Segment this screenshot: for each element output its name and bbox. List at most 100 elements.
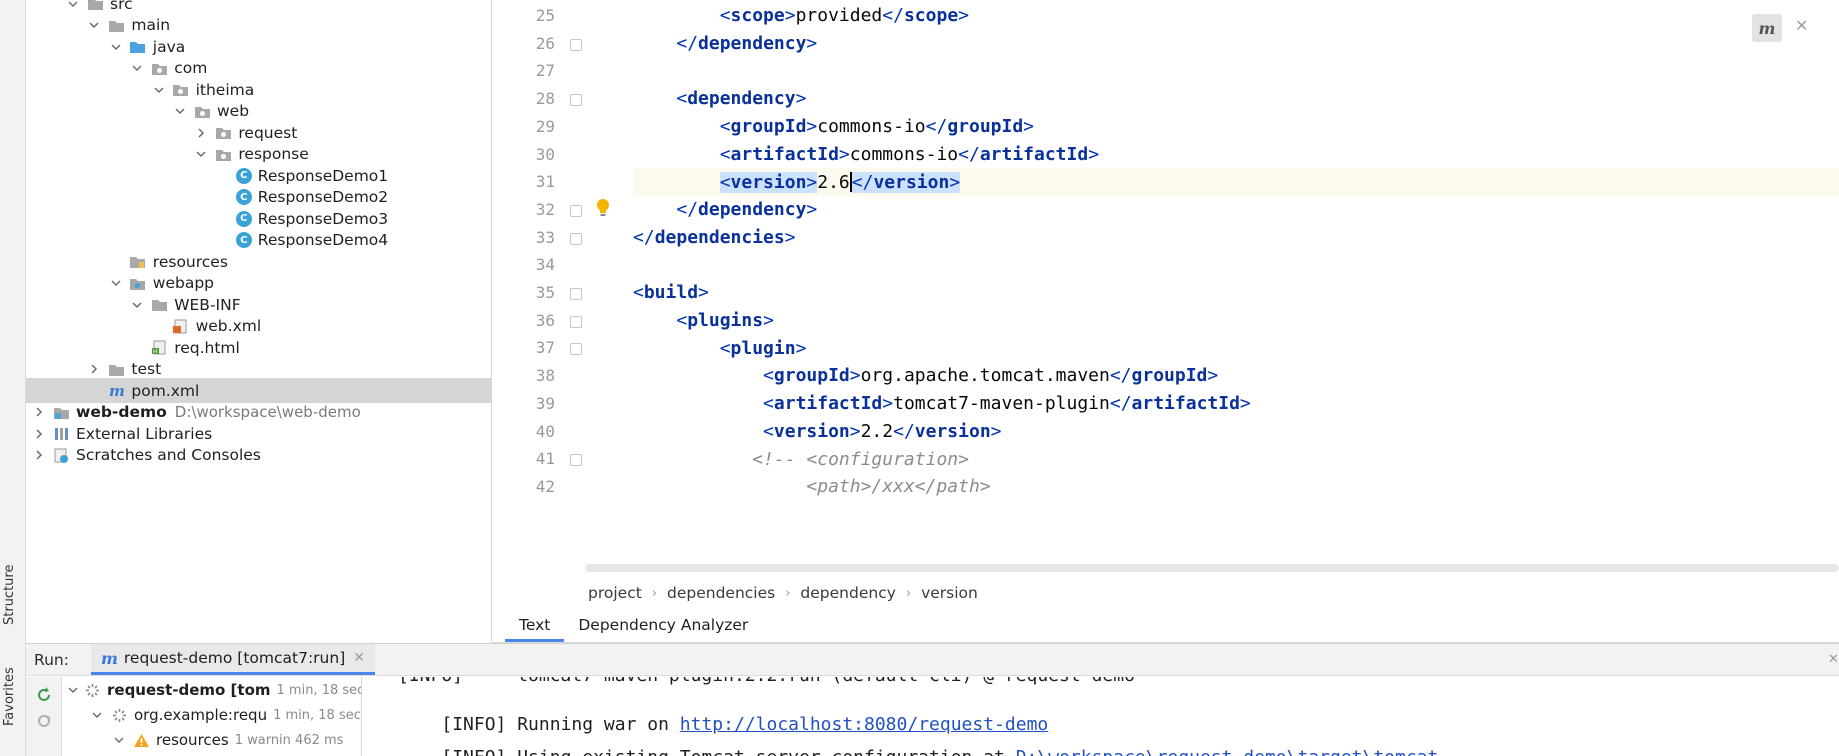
code-line[interactable]: < version >2.2 </version >: [633, 418, 1839, 446]
breadcrumb-separator-icon: ›: [905, 585, 912, 601]
structure-tool-button[interactable]: Structure: [2, 565, 17, 625]
fold-marker-icon[interactable]: [570, 288, 582, 300]
xml-bracket: >: [990, 420, 1002, 442]
run-tree-time: 1 warnin 462 ms: [234, 732, 344, 748]
tab-text[interactable]: Text: [505, 610, 565, 642]
module-icon: [52, 404, 70, 420]
chevron-down-icon[interactable]: [90, 708, 104, 722]
code-line[interactable]: </dependencies >: [633, 224, 1839, 252]
xml-tag-name: dependency: [687, 88, 796, 110]
chevron-down-icon[interactable]: [173, 104, 187, 118]
xml-bracket: >: [784, 5, 796, 27]
tab-dependency-analyzer[interactable]: Dependency Analyzer: [564, 610, 762, 642]
code-line[interactable]: < build >: [633, 279, 1839, 307]
xml-tag-name: groupId: [773, 365, 850, 387]
line-number: 32: [535, 199, 555, 219]
toggle-view-icon[interactable]: [34, 711, 54, 731]
code-line[interactable]: < scope > provided </scope >: [633, 2, 1839, 30]
chevron-down-icon[interactable]: [194, 147, 208, 161]
chevron-down-icon[interactable]: [87, 18, 101, 32]
chevron-right-icon[interactable]: [87, 362, 101, 376]
line-number: 38: [535, 366, 555, 386]
chevron-down-icon[interactable]: [109, 40, 123, 54]
chevron-right-icon[interactable]: [32, 448, 46, 462]
code-line[interactable]: </dependency >: [633, 196, 1839, 224]
code-line[interactable]: [633, 251, 1839, 279]
svg-text:H: H: [153, 349, 158, 356]
fold-marker-icon[interactable]: [570, 343, 582, 356]
fold-marker-icon[interactable]: [570, 232, 582, 245]
xml-tag-name-highlighted: version: [873, 171, 950, 193]
code-line[interactable]: < plugins >: [633, 307, 1839, 335]
tree-row[interactable]: Scratches and Consoles: [26, 443, 491, 468]
code-line[interactable]: < dependency >: [633, 85, 1839, 113]
fold-marker-icon[interactable]: [570, 204, 582, 217]
chevron-down-icon[interactable]: [68, 683, 78, 697]
maven-file-icon: m: [107, 383, 125, 399]
close-icon[interactable]: ✕: [1795, 16, 1808, 35]
xml-tag-name: artifactId: [773, 393, 883, 415]
chevron-down-icon[interactable]: [112, 733, 126, 747]
breadcrumb-item[interactable]: version: [921, 584, 978, 602]
run-tree-row[interactable]: request-demo [tom 1 min, 18 sec: [62, 677, 361, 703]
xml-bracket: <: [676, 88, 688, 110]
xml-text: 2.6: [817, 171, 850, 193]
code-line[interactable]: < artifactId > commons-io </artifactId >: [633, 141, 1839, 169]
chevron-down-icon[interactable]: [66, 0, 80, 11]
run-tree-label: request-demo [tom: [107, 681, 271, 699]
close-icon[interactable]: ✕: [353, 650, 365, 666]
fold-marker-icon[interactable]: [570, 454, 582, 467]
xml-tag-name: plugins: [687, 310, 764, 332]
xml-bracket-highlighted: <: [719, 171, 731, 193]
chevron-down-icon[interactable]: [130, 298, 144, 312]
favorites-tool-button[interactable]: Favorites: [2, 667, 17, 726]
chevron-down-icon[interactable]: [152, 83, 166, 97]
xml-tag-name: version: [914, 420, 991, 442]
maven-reload-icon[interactable]: m: [1752, 14, 1782, 42]
code-line[interactable]: < plugin >: [633, 334, 1839, 362]
xml-tag-name: artifactId: [1131, 393, 1240, 415]
breadcrumb-item[interactable]: dependency: [800, 584, 895, 602]
tree-item-label: ResponseDemo1: [257, 166, 389, 185]
chevron-down-icon[interactable]: [130, 61, 144, 75]
console-link-tomcat-path[interactable]: D:\workspace\request-demo\target\tomcat: [1016, 747, 1439, 756]
console-output[interactable]: [INFO] --- tomcat7-maven-plugin:2.2:run …: [378, 677, 1839, 756]
editor-horizontal-scrollbar[interactable]: [585, 564, 1839, 572]
rerun-icon[interactable]: [34, 685, 54, 705]
code-line[interactable]: <!-- <configuration>: [633, 445, 1839, 473]
fold-marker-icon[interactable]: [570, 94, 582, 107]
spinner-icon: [110, 707, 128, 723]
code-line[interactable]: </dependency >: [633, 30, 1839, 58]
panel-close-icon[interactable]: ✕: [1828, 652, 1839, 667]
run-tree-row[interactable]: org.example:requ 1 min, 18 sec: [62, 702, 361, 728]
xml-bracket: <: [719, 337, 731, 359]
run-tree-row[interactable]: resources 1 warnin 462 ms: [62, 727, 361, 753]
breadcrumb-separator-icon: ›: [651, 585, 657, 601]
code-line[interactable]: < groupId > commons-io </groupId >: [633, 113, 1839, 141]
code-line[interactable]: [633, 57, 1839, 85]
chevron-right-icon[interactable]: [32, 405, 46, 419]
fold-marker-icon[interactable]: [570, 38, 582, 51]
code-line[interactable]: < groupId > org.apache.tomcat.maven </groupI…: [633, 362, 1839, 390]
code-line[interactable]: < version >2.6 </version >: [633, 168, 1839, 196]
chevron-down-icon[interactable]: [109, 276, 123, 290]
tree-item-label: request: [238, 123, 298, 142]
xml-bracket: >: [958, 5, 969, 27]
fold-marker-icon[interactable]: [570, 315, 582, 328]
breadcrumb-item[interactable]: dependencies: [667, 584, 775, 602]
lightbulb-icon[interactable]: [595, 198, 611, 218]
xml-bracket-highlighted: </: [851, 171, 874, 193]
chevron-right-icon[interactable]: [32, 427, 46, 441]
xml-bracket: </: [1109, 365, 1132, 387]
run-tab-request-demo[interactable]: m request-demo [tomcat7:run] ✕: [90, 644, 375, 675]
breadcrumb-item[interactable]: project: [588, 584, 642, 602]
code-line[interactable]: < artifactId > tomcat7-maven-plugin </artifa…: [633, 390, 1839, 418]
chevron-right-icon[interactable]: [194, 126, 208, 140]
code-editor[interactable]: 25 26 27 28 29 30 31 32 33 34 35 36 37 38 39 40 41 42 < sc…: [493, 0, 1839, 572]
code-line[interactable]: <path>/xxx</path>: [633, 473, 1839, 501]
xml-bracket: >: [849, 420, 861, 442]
